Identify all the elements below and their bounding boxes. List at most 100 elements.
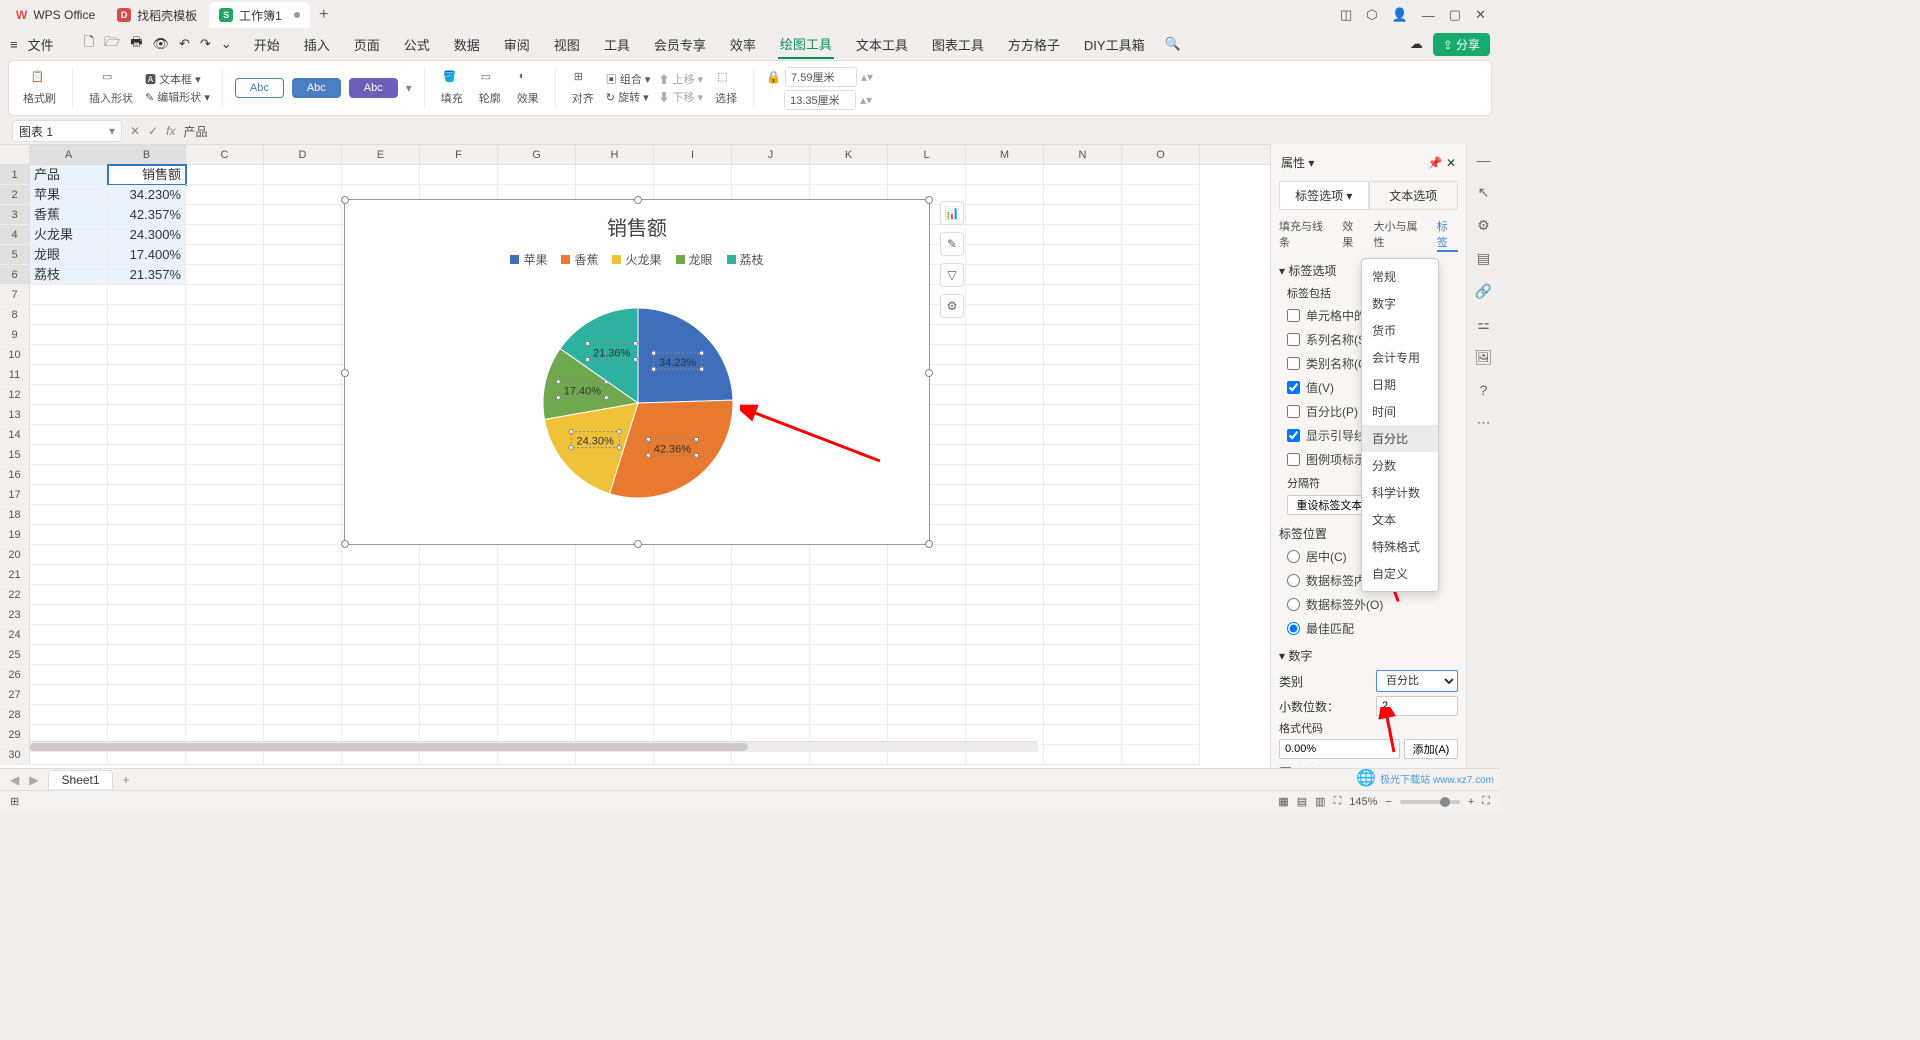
- cell[interactable]: [732, 605, 810, 625]
- format-option[interactable]: 数字: [1362, 290, 1438, 317]
- outline-button[interactable]: ▭轮廓: [475, 68, 505, 108]
- format-option[interactable]: 时间: [1362, 398, 1438, 425]
- cell[interactable]: [1044, 705, 1122, 725]
- cell[interactable]: [576, 625, 654, 645]
- cell[interactable]: [420, 645, 498, 665]
- cell[interactable]: [264, 565, 342, 585]
- lock-height-icon[interactable]: 🔒: [766, 70, 781, 84]
- cell[interactable]: [420, 605, 498, 625]
- cell[interactable]: [264, 325, 342, 345]
- cell[interactable]: [264, 525, 342, 545]
- cell[interactable]: [966, 345, 1044, 365]
- style-more-icon[interactable]: ▾: [406, 81, 412, 95]
- menu-tab-文本工具[interactable]: 文本工具: [854, 31, 910, 58]
- cell[interactable]: [888, 705, 966, 725]
- cell[interactable]: [108, 525, 186, 545]
- quick-preview-icon[interactable]: 👁: [152, 36, 169, 52]
- cell[interactable]: [1044, 165, 1122, 185]
- row-header[interactable]: 16: [0, 465, 30, 485]
- cell[interactable]: [342, 705, 420, 725]
- link-icon[interactable]: 🔗: [1475, 283, 1492, 300]
- rad-best-fit[interactable]: 最佳匹配: [1287, 620, 1458, 637]
- cell[interactable]: [966, 445, 1044, 465]
- cell[interactable]: [186, 245, 264, 265]
- format-option[interactable]: 日期: [1362, 371, 1438, 398]
- row-header[interactable]: 18: [0, 505, 30, 525]
- cell[interactable]: [342, 665, 420, 685]
- cell[interactable]: [966, 245, 1044, 265]
- menu-tab-DIY工具箱[interactable]: DIY工具箱: [1082, 31, 1147, 58]
- zoom-value[interactable]: 145%: [1349, 796, 1377, 808]
- quick-new-icon[interactable]: 🗋: [84, 33, 94, 55]
- subtab-fill[interactable]: 填充与线条: [1279, 218, 1332, 252]
- legend-item[interactable]: 荔枝: [727, 251, 764, 268]
- row-header[interactable]: 19: [0, 525, 30, 545]
- cell[interactable]: [1044, 205, 1122, 225]
- cell[interactable]: [342, 565, 420, 585]
- row-header[interactable]: 27: [0, 685, 30, 705]
- chart-legend[interactable]: 苹果香蕉火龙果龙眼荔枝: [345, 251, 929, 268]
- cell[interactable]: 香蕉: [30, 205, 108, 225]
- cursor-icon[interactable]: ↖: [1478, 184, 1490, 201]
- cell[interactable]: [264, 685, 342, 705]
- col-header[interactable]: L: [888, 145, 966, 164]
- chart-object[interactable]: 销售额 苹果香蕉火龙果龙眼荔枝 34.23%42.36%24.30%17.40%…: [344, 199, 930, 545]
- quick-redo-icon[interactable]: ↷: [200, 36, 211, 52]
- cell[interactable]: [1044, 605, 1122, 625]
- cell[interactable]: [1122, 505, 1200, 525]
- cell[interactable]: [108, 405, 186, 425]
- cell[interactable]: [30, 665, 108, 685]
- cell[interactable]: [186, 185, 264, 205]
- cell[interactable]: 龙眼: [30, 245, 108, 265]
- move-down-button[interactable]: ⬇ 下移 ▾: [658, 89, 703, 105]
- cell[interactable]: [1044, 585, 1122, 605]
- category-select[interactable]: 百分比: [1376, 670, 1458, 692]
- cell[interactable]: [888, 585, 966, 605]
- row-header[interactable]: 15: [0, 445, 30, 465]
- col-header[interactable]: N: [1044, 145, 1122, 164]
- cell[interactable]: [1122, 345, 1200, 365]
- zoom-fit-icon[interactable]: ⛶: [1334, 795, 1342, 808]
- cell[interactable]: [30, 525, 108, 545]
- cell[interactable]: [1122, 585, 1200, 605]
- cell[interactable]: [186, 605, 264, 625]
- cell[interactable]: [966, 425, 1044, 445]
- cell[interactable]: [1122, 605, 1200, 625]
- cell[interactable]: [1044, 565, 1122, 585]
- cell[interactable]: [1044, 265, 1122, 285]
- menu-tab-视图[interactable]: 视图: [552, 31, 582, 58]
- row-header[interactable]: 24: [0, 625, 30, 645]
- cell[interactable]: [888, 165, 966, 185]
- pie-label[interactable]: 42.36%: [654, 443, 692, 455]
- legend-item[interactable]: 火龙果: [612, 251, 661, 268]
- row-header[interactable]: 20: [0, 545, 30, 565]
- row-header[interactable]: 5: [0, 245, 30, 265]
- cell[interactable]: [966, 685, 1044, 705]
- cell[interactable]: [30, 405, 108, 425]
- cell[interactable]: [108, 585, 186, 605]
- cell[interactable]: [1044, 545, 1122, 565]
- chart-handle[interactable]: [341, 540, 349, 548]
- pie-label[interactable]: 17.40%: [564, 386, 602, 398]
- cell[interactable]: [1044, 725, 1122, 745]
- col-header[interactable]: M: [966, 145, 1044, 164]
- cell[interactable]: [810, 685, 888, 705]
- cell[interactable]: [342, 645, 420, 665]
- quick-print-icon[interactable]: 🖶: [130, 33, 142, 55]
- effects-button[interactable]: ◐效果: [513, 68, 543, 108]
- select-button[interactable]: ⬚选择: [711, 68, 741, 108]
- cell[interactable]: [576, 165, 654, 185]
- cell[interactable]: [186, 685, 264, 705]
- row-header[interactable]: 9: [0, 325, 30, 345]
- cell[interactable]: [420, 685, 498, 705]
- cell[interactable]: [888, 685, 966, 705]
- cell[interactable]: [108, 565, 186, 585]
- legend-item[interactable]: 苹果: [510, 251, 547, 268]
- collapse-icon[interactable]: —: [1477, 152, 1491, 168]
- menu-tab-图表工具[interactable]: 图表工具: [930, 31, 986, 58]
- cell[interactable]: [966, 225, 1044, 245]
- cell[interactable]: [186, 365, 264, 385]
- cell[interactable]: 21.357%: [108, 265, 186, 285]
- cell[interactable]: [498, 685, 576, 705]
- user-icon[interactable]: 👤: [1392, 7, 1408, 23]
